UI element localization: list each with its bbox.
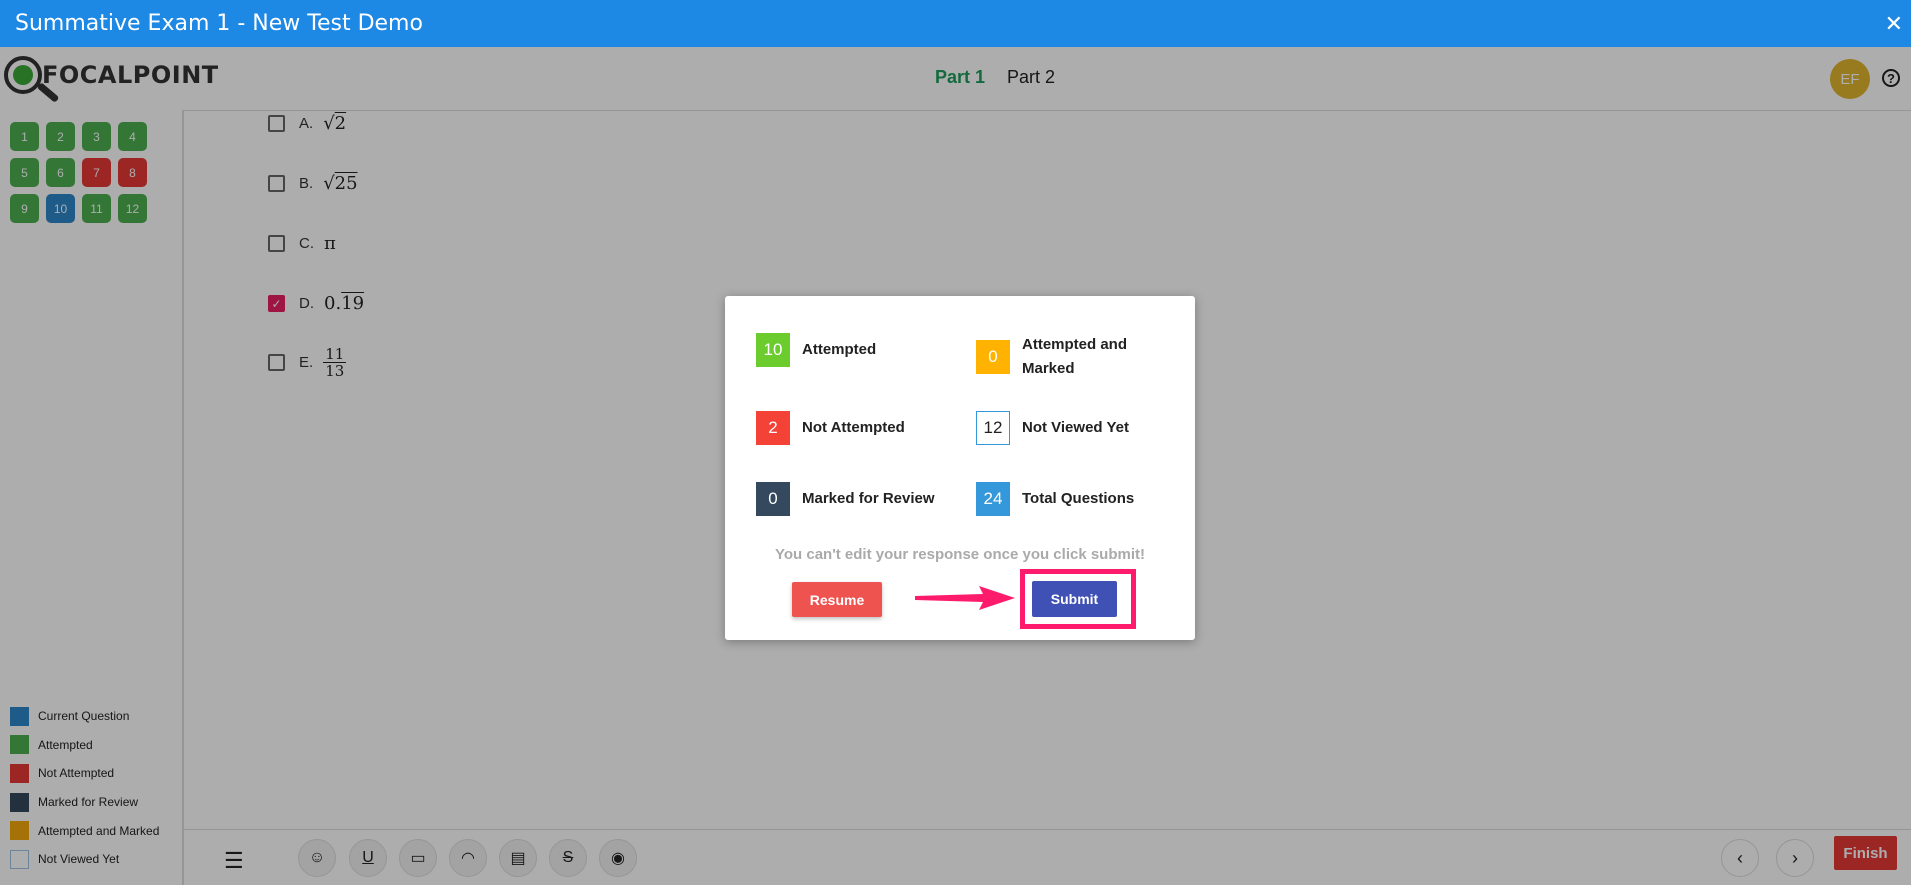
stat-attempted: 10 Attempted — [756, 333, 876, 367]
close-icon[interactable]: ✕ — [1885, 11, 1903, 37]
arrow-pointer-icon — [915, 586, 1015, 610]
stat-attempted-marked: 0 Attempted and Marked — [976, 333, 1142, 381]
attempted-count-badge: 10 — [756, 333, 790, 367]
stat-not-attempted: 2 Not Attempted — [756, 411, 905, 445]
stat-marked-review: 0 Marked for Review — [756, 482, 935, 516]
not-viewed-count-badge: 12 — [976, 411, 1010, 445]
marked-review-count-badge: 0 — [756, 482, 790, 516]
exam-title: Summative Exam 1 - New Test Demo — [15, 11, 423, 36]
stat-not-viewed: 12 Not Viewed Yet — [976, 411, 1129, 445]
window-titlebar: Summative Exam 1 - New Test Demo ✕ — [0, 0, 1911, 47]
stat-total-questions: 24 Total Questions — [976, 482, 1134, 516]
not-attempted-count-badge: 2 — [756, 411, 790, 445]
submit-warning: You can't edit your response once you cl… — [774, 546, 1146, 563]
resume-button[interactable]: Resume — [792, 582, 882, 617]
total-count-badge: 24 — [976, 482, 1010, 516]
attempted-marked-count-badge: 0 — [976, 340, 1010, 374]
submit-summary-dialog: 10 Attempted 0 Attempted and Marked 2 No… — [725, 296, 1195, 640]
submit-button[interactable]: Submit — [1032, 581, 1117, 617]
